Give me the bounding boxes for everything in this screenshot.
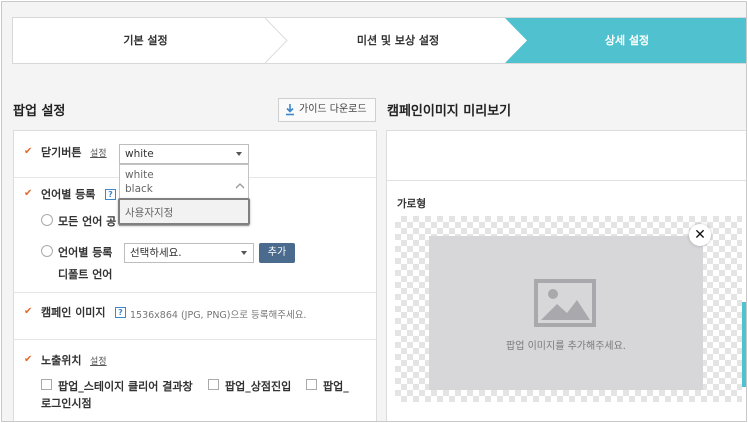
default-language-label: 디폴트 언어	[58, 268, 113, 281]
campaign-image-label: 캠페인 이미지	[41, 306, 106, 319]
exposure-settings-link[interactable]: 설정	[90, 354, 107, 367]
campaign-preview-title: 캠페인이미지 미리보기	[387, 104, 512, 119]
per-language-label: 언어별 등록	[58, 246, 113, 259]
all-languages-radio[interactable]	[41, 214, 53, 226]
add-language-button[interactable]: 추가	[259, 243, 295, 263]
close-button-label: 닫기버튼	[41, 146, 82, 159]
required-check-icon: ✔	[24, 146, 33, 157]
close-button-color-value: white	[125, 148, 154, 160]
exposure-option-login: 팝업_	[323, 380, 349, 393]
step-basic-settings[interactable]: 기본 설정	[13, 18, 278, 63]
image-placeholder-text: 팝업 이미지를 추가해주세요.	[506, 341, 626, 352]
dropdown-option-custom-label: 사용자지정	[125, 207, 174, 219]
app-frame: 기본 설정 미션 및 보상 설정 상세 설정 팝업 설정 가이드 다운로드 ✔ …	[1, 1, 747, 422]
language-select-value: 선택하세요.	[130, 247, 182, 259]
step-progress-bar: 기본 설정 미션 및 보상 설정 상세 설정	[12, 17, 746, 64]
help-icon[interactable]: ?	[115, 307, 126, 318]
popup-settings-panel: ✔ 닫기버튼 설정 white ✔ 언어별 등록 ? 모든 언어 공 언어별 등…	[13, 130, 377, 421]
divider	[387, 180, 746, 181]
campaign-image-hint: 1536x864 (JPG, PNG)으로 등록해주세요.	[130, 310, 307, 321]
step-active-arrow-icon	[505, 18, 527, 63]
per-language-radio[interactable]	[41, 245, 53, 257]
landscape-label: 가로형	[397, 198, 426, 210]
guide-download-label: 가이드 다운로드	[299, 104, 367, 115]
dropdown-option-white[interactable]: white	[125, 169, 154, 181]
exposure-option-shop: 팝업_상점진입	[225, 380, 292, 393]
divider	[14, 292, 376, 293]
guide-download-button[interactable]: 가이드 다운로드	[278, 98, 376, 122]
download-icon	[286, 104, 294, 116]
close-button-settings-link[interactable]: 설정	[90, 146, 107, 159]
step-detail-settings[interactable]: 상세 설정	[505, 18, 746, 63]
divider	[14, 339, 376, 340]
exposure-checkbox-login[interactable]	[306, 379, 317, 390]
close-button-color-select[interactable]: white	[119, 144, 249, 164]
campaign-preview-panel: 가로형 팝업 이미지를 추가해주세요. ✕	[386, 130, 746, 421]
image-placeholder[interactable]: 팝업 이미지를 추가해주세요.	[429, 236, 703, 390]
scroll-indicator[interactable]	[742, 302, 746, 387]
close-icon[interactable]: ✕	[689, 224, 711, 246]
dropdown-option-custom[interactable]: 사용자지정	[118, 198, 250, 225]
popup-settings-title: 팝업 설정	[13, 104, 66, 119]
exposure-option-stage-clear: 팝업_스테이지 클리어 결과창	[58, 380, 193, 393]
step-mission-reward[interactable]: 미션 및 보상 설정	[278, 18, 518, 63]
language-select[interactable]: 선택하세요.	[124, 243, 254, 263]
required-check-icon: ✔	[24, 306, 33, 317]
exposure-checkbox-stage-clear[interactable]	[41, 379, 52, 390]
language-label: 언어별 등록	[41, 188, 96, 201]
exposure-option-login-wrap: 로그인시점	[41, 397, 92, 410]
preview-canvas: 팝업 이미지를 추가해주세요. ✕	[395, 216, 742, 402]
all-languages-label: 모든 언어 공	[58, 215, 117, 228]
required-check-icon: ✔	[24, 188, 33, 199]
exposure-label: 노출위치	[41, 354, 82, 367]
help-icon[interactable]: ?	[105, 189, 116, 200]
dropdown-option-black[interactable]: black	[125, 183, 153, 195]
image-icon	[534, 279, 596, 327]
chevron-down-icon	[241, 251, 247, 255]
exposure-checkbox-shop[interactable]	[208, 379, 219, 390]
required-check-icon: ✔	[24, 354, 33, 365]
chevron-up-icon[interactable]	[235, 182, 245, 190]
chevron-down-icon	[236, 152, 242, 156]
